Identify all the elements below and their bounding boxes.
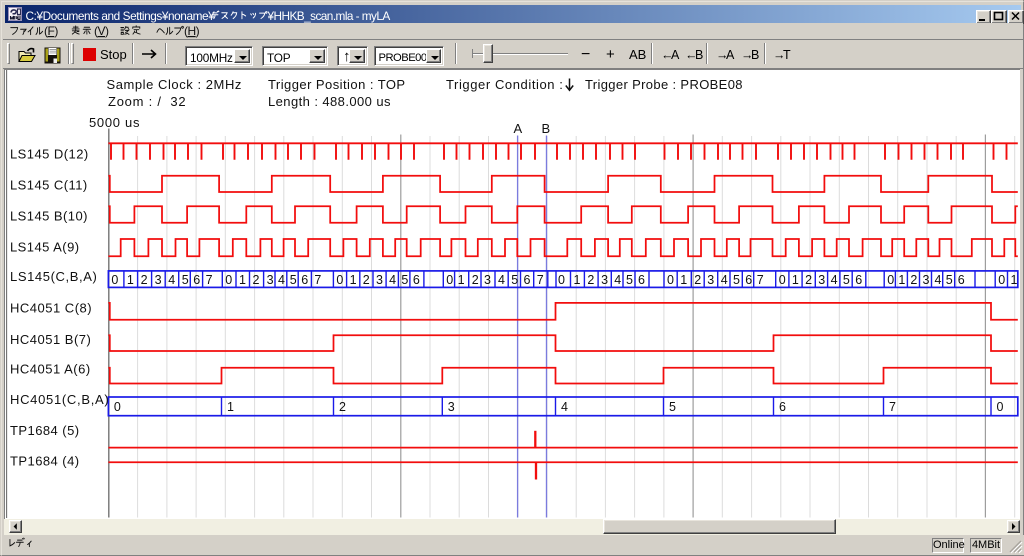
svg-text:5: 5: [669, 400, 676, 414]
svg-text:5: 5: [626, 273, 633, 287]
svg-text:0: 0: [225, 273, 232, 287]
svg-text:3: 3: [448, 400, 455, 414]
svg-text:Trigger Position : TOP: Trigger Position : TOP: [268, 77, 406, 92]
svg-text:1: 1: [574, 273, 581, 287]
svg-text:2: 2: [141, 273, 148, 287]
svg-text:4: 4: [168, 273, 175, 287]
svg-text:LS145 A(9): LS145 A(9): [10, 239, 80, 254]
svg-text:5: 5: [733, 273, 740, 287]
svg-text:2: 2: [363, 273, 370, 287]
svg-text:3: 3: [376, 273, 383, 287]
svg-text:2: 2: [253, 273, 260, 287]
svg-text:A: A: [514, 121, 523, 136]
svg-text:3: 3: [155, 273, 162, 287]
svg-text:4: 4: [721, 273, 728, 287]
svg-text:1: 1: [898, 273, 905, 287]
svg-text:3: 3: [707, 273, 714, 287]
svg-text:4: 4: [614, 273, 621, 287]
svg-text:Trigger Condition :: Trigger Condition :: [446, 77, 563, 92]
svg-text:3: 3: [818, 273, 825, 287]
svg-text:Sample Clock : 2MHz: Sample Clock : 2MHz: [107, 77, 242, 92]
svg-text:B: B: [542, 121, 551, 136]
svg-text:4: 4: [498, 273, 505, 287]
svg-text:Zoom : / 32: Zoom : / 32: [108, 94, 186, 109]
svg-text:TP1684 (5): TP1684 (5): [10, 423, 80, 438]
svg-text:3: 3: [267, 273, 274, 287]
svg-text:6: 6: [958, 273, 965, 287]
svg-text:HC4051(C,B,A): HC4051(C,B,A): [10, 392, 109, 407]
svg-text:2: 2: [587, 273, 594, 287]
svg-text:0: 0: [887, 273, 894, 287]
svg-text:4: 4: [561, 400, 568, 414]
svg-text:LS145 B(10): LS145 B(10): [10, 209, 88, 224]
svg-text:2: 2: [910, 273, 917, 287]
svg-text:0: 0: [997, 400, 1004, 414]
svg-text:1: 1: [227, 400, 234, 414]
svg-text:4: 4: [389, 273, 396, 287]
svg-text:0: 0: [336, 273, 343, 287]
svg-text:0: 0: [779, 273, 786, 287]
svg-text:6: 6: [193, 273, 200, 287]
svg-text:6: 6: [779, 400, 786, 414]
svg-text:2: 2: [805, 273, 812, 287]
svg-text:Trigger Probe : PROBE08: Trigger Probe : PROBE08: [585, 77, 743, 92]
svg-text:1: 1: [239, 273, 246, 287]
svg-text:7: 7: [314, 273, 321, 287]
svg-text:6: 6: [855, 273, 862, 287]
svg-text:1: 1: [680, 273, 687, 287]
svg-text:LS145 C(11): LS145 C(11): [10, 178, 88, 193]
svg-text:0: 0: [114, 400, 121, 414]
svg-text:HC4051 C(8): HC4051 C(8): [10, 301, 92, 316]
svg-text:5: 5: [401, 273, 408, 287]
svg-text:7: 7: [537, 273, 544, 287]
svg-text:1: 1: [127, 273, 134, 287]
svg-text:7: 7: [889, 400, 896, 414]
svg-text:5: 5: [290, 273, 297, 287]
svg-text:7: 7: [206, 273, 213, 287]
svg-text:3: 3: [923, 273, 930, 287]
svg-text:2: 2: [694, 273, 701, 287]
svg-text:4: 4: [831, 273, 838, 287]
svg-text:HC4051 B(7): HC4051 B(7): [10, 332, 91, 347]
svg-text:6: 6: [413, 273, 420, 287]
svg-text:1: 1: [458, 273, 465, 287]
svg-text:4: 4: [278, 273, 285, 287]
svg-text:5: 5: [182, 273, 189, 287]
svg-text:1: 1: [792, 273, 799, 287]
svg-text:5: 5: [843, 273, 850, 287]
svg-text:2: 2: [472, 273, 479, 287]
svg-text:6: 6: [745, 273, 752, 287]
svg-text:LS145(C,B,A): LS145(C,B,A): [10, 269, 97, 284]
svg-text:2: 2: [339, 400, 346, 414]
svg-text:0: 0: [667, 273, 674, 287]
svg-text:HC4051 A(6): HC4051 A(6): [10, 362, 91, 377]
svg-text:6: 6: [638, 273, 645, 287]
svg-text:0: 0: [111, 273, 118, 287]
svg-text:4: 4: [935, 273, 942, 287]
svg-text:5000 us: 5000 us: [89, 115, 140, 130]
svg-text:6: 6: [524, 273, 531, 287]
svg-text:7: 7: [757, 273, 764, 287]
svg-text:5: 5: [511, 273, 518, 287]
svg-text:6: 6: [301, 273, 308, 287]
svg-text:0: 0: [446, 273, 453, 287]
svg-text:1: 1: [1011, 273, 1018, 287]
svg-text:0: 0: [998, 273, 1005, 287]
svg-text:Length : 488.000 us: Length : 488.000 us: [268, 94, 391, 109]
svg-text:LS145 D(12): LS145 D(12): [10, 146, 89, 161]
svg-text:1: 1: [350, 273, 357, 287]
svg-text:5: 5: [946, 273, 953, 287]
svg-text:0: 0: [558, 273, 565, 287]
svg-text:3: 3: [484, 273, 491, 287]
svg-text:3: 3: [601, 273, 608, 287]
svg-text:TP1684 (4): TP1684 (4): [10, 453, 80, 468]
